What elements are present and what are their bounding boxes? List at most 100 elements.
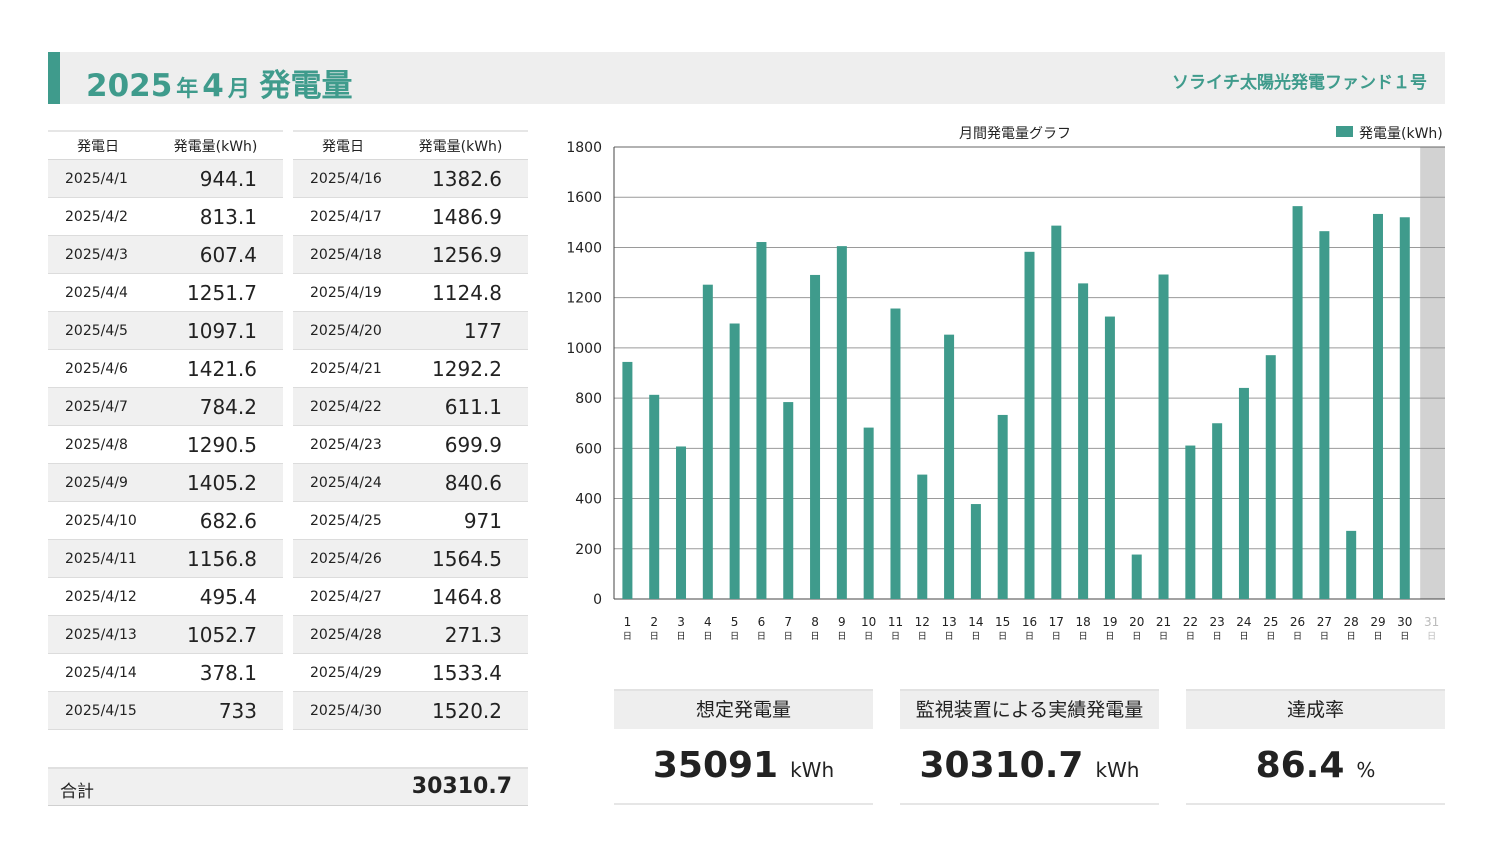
x-tick-label: 23 <box>1210 615 1225 629</box>
x-tick-suffix: 日 <box>1293 631 1302 642</box>
bar <box>970 504 981 599</box>
row-date: 2025/4/15 <box>48 691 148 730</box>
x-tick-suffix: 日 <box>971 631 980 642</box>
x-tick-suffix: 日 <box>650 631 659 642</box>
table-row: 2025/4/14 378.1 <box>48 653 283 692</box>
bar <box>622 361 633 599</box>
kpi-actual-generation: 監視装置による実績発電量 30310.7 kWh <box>900 689 1159 805</box>
bar <box>1238 387 1249 599</box>
title-month: 4 <box>202 68 224 104</box>
x-tick-label: 17 <box>1049 615 1064 629</box>
table-row: 2025/4/27 1464.8 <box>293 577 528 616</box>
bar <box>863 427 874 599</box>
x-tick-suffix: 日 <box>1025 631 1034 642</box>
table-row: 2025/4/5 1097.1 <box>48 311 283 350</box>
table-row: 2025/4/11 1156.8 <box>48 539 283 578</box>
x-tick-label: 16 <box>1022 615 1037 629</box>
row-value: 1382.6 <box>393 159 528 198</box>
kpi-label: 達成率 <box>1186 689 1445 729</box>
x-tick-suffix: 日 <box>1079 631 1088 642</box>
x-tick-suffix: 日 <box>1320 631 1329 642</box>
row-value: 682.6 <box>148 501 283 540</box>
row-value: 733 <box>148 691 283 730</box>
row-date: 2025/4/7 <box>48 387 148 426</box>
bar <box>1024 251 1035 599</box>
row-value: 944.1 <box>148 159 283 198</box>
row-value: 1564.5 <box>393 539 528 578</box>
legend-swatch <box>1336 126 1353 137</box>
row-date: 2025/4/28 <box>293 615 393 654</box>
monthly-generation-chart: 0 200 400 600 800 1000 1200 1400 1600 1800 1 日 2 日 3 日 4… <box>566 126 1445 642</box>
row-value: 1533.4 <box>393 653 528 692</box>
row-date: 2025/4/21 <box>293 349 393 388</box>
x-tick-label: 10 <box>861 615 876 629</box>
column-header-date: 発電日 <box>48 130 148 160</box>
y-tick-label: 1200 <box>566 291 602 307</box>
row-value: 971 <box>393 501 528 540</box>
table-row: 2025/4/23 699.9 <box>293 425 528 464</box>
total-row: 合計 30310.7 <box>48 767 528 806</box>
title-text: 発電量 <box>259 68 353 104</box>
x-tick-label: 9 <box>838 615 846 629</box>
row-date: 2025/4/6 <box>48 349 148 388</box>
bar <box>810 274 821 599</box>
row-date: 2025/4/24 <box>293 463 393 502</box>
row-value: 271.3 <box>393 615 528 654</box>
daily-table-left: 発電日 発電量(kWh) 2025/4/1 944.1 2025/4/2 813.1 2… <box>48 130 283 730</box>
table-row: 2025/4/1 944.1 <box>48 159 283 198</box>
bar <box>1372 213 1383 599</box>
row-value: 1156.8 <box>148 539 283 578</box>
table-row: 2025/4/17 1486.9 <box>293 197 528 236</box>
bar <box>783 402 794 599</box>
row-value: 378.1 <box>148 653 283 692</box>
row-date: 2025/4/18 <box>293 235 393 274</box>
x-tick-suffix: 日 <box>757 631 766 642</box>
y-tick-label: 1800 <box>566 140 602 156</box>
x-tick-suffix: 日 <box>1159 631 1168 642</box>
y-tick-label: 1000 <box>566 341 602 357</box>
bar <box>1131 554 1142 599</box>
x-tick-label: 30 <box>1397 615 1412 629</box>
x-tick-suffix: 日 <box>1213 631 1222 642</box>
x-tick-suffix: 日 <box>918 631 927 642</box>
y-tick-label: 1400 <box>566 240 602 256</box>
row-value: 1052.7 <box>148 615 283 654</box>
title-month-suffix: 月 <box>227 77 250 102</box>
row-date: 2025/4/17 <box>293 197 393 236</box>
fund-name: ソライチ太陽光発電ファンド１号 <box>1172 73 1427 93</box>
title-year-suffix: 年 <box>176 77 199 102</box>
x-tick-label: 4 <box>704 615 712 629</box>
page-header: 2025 年 4 月 発電量 ソライチ太陽光発電ファンド１号 <box>48 52 1445 104</box>
table-row: 2025/4/12 495.4 <box>48 577 283 616</box>
column-header-value: 発電量(kWh) <box>148 130 283 160</box>
row-date: 2025/4/1 <box>48 159 148 198</box>
bar <box>836 246 847 599</box>
row-date: 2025/4/12 <box>48 577 148 616</box>
x-tick-label: 31 <box>1424 615 1439 629</box>
x-tick-suffix: 日 <box>864 631 873 642</box>
y-tick-label: 200 <box>575 542 602 558</box>
table-row: 2025/4/21 1292.2 <box>293 349 528 388</box>
table-row: 2025/4/4 1251.7 <box>48 273 283 312</box>
bar <box>1212 423 1223 599</box>
page-title: 2025 年 4 月 発電量 <box>86 60 352 105</box>
x-tick-label: 5 <box>731 615 739 629</box>
table-row: 2025/4/2 813.1 <box>48 197 283 236</box>
x-tick-label: 13 <box>941 615 956 629</box>
row-value: 1421.6 <box>148 349 283 388</box>
x-tick-label: 2 <box>650 615 658 629</box>
row-date: 2025/4/8 <box>48 425 148 464</box>
legend-label: 発電量(kWh) <box>1359 126 1443 142</box>
table-row: 2025/4/24 840.6 <box>293 463 528 502</box>
table-row: 2025/4/13 1052.7 <box>48 615 283 654</box>
x-tick-suffix: 日 <box>998 631 1007 642</box>
x-tick-label: 12 <box>915 615 930 629</box>
row-date: 2025/4/29 <box>293 653 393 692</box>
row-date: 2025/4/10 <box>48 501 148 540</box>
bar <box>1185 445 1196 599</box>
bar <box>756 242 767 599</box>
row-date: 2025/4/25 <box>293 501 393 540</box>
x-tick-label: 24 <box>1236 615 1251 629</box>
x-tick-label: 26 <box>1290 615 1305 629</box>
x-tick-suffix: 日 <box>1132 631 1141 642</box>
